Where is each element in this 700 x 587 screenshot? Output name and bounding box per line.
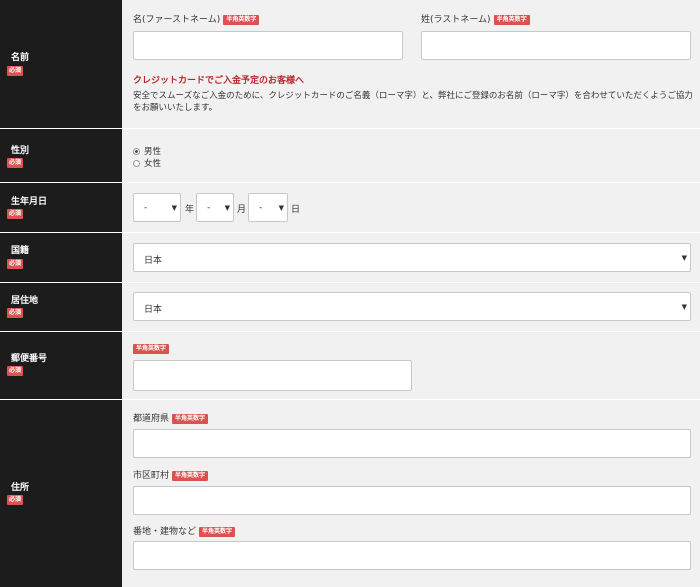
street-input[interactable] <box>133 541 691 570</box>
address-content: 都道府県 半角英数字 市区町村 半角英数字 番地・建物など 半角英数字 <box>122 400 700 587</box>
name-label: 名前 <box>11 53 30 63</box>
city-label: 市区町村 半角英数字 <box>133 468 209 481</box>
postal-code-input[interactable] <box>133 360 412 391</box>
prefecture-label: 都道府県 半角英数字 <box>133 411 209 424</box>
name-required-badge: 必須 <box>7 66 24 76</box>
street-alnum-badge: 半角英数字 <box>199 527 236 537</box>
postal-label-cell: 郵便番号 必須 <box>0 332 122 399</box>
birthdate-label: 生年月日 <box>11 197 48 207</box>
gender-label: 性別 <box>11 146 30 156</box>
gender-row: 性別 必須 男性 女性 <box>0 129 700 183</box>
gender-content: 男性 女性 <box>122 129 700 182</box>
last-name-input[interactable] <box>421 31 691 60</box>
postal-required-badge: 必須 <box>7 366 24 376</box>
nationality-row: 国籍 必須 日本 ▼ <box>0 233 700 283</box>
postal-alnum-badge: 半角英数字 <box>133 344 170 354</box>
credit-card-notice-title: クレジットカードでご入金予定のお客様へ <box>133 76 305 86</box>
birthdate-required-badge: 必須 <box>7 209 24 219</box>
day-unit: 日 <box>291 205 301 215</box>
prefecture-alnum-badge: 半角英数字 <box>172 414 209 424</box>
first-name-input[interactable] <box>133 31 403 60</box>
residence-content: 日本 ▼ <box>122 283 700 331</box>
first-name-alnum-badge: 半角英数字 <box>223 15 260 25</box>
last-name-label: 姓(ラストネーム) 半角英数字 <box>421 12 530 25</box>
nationality-content: 日本 ▼ <box>122 233 700 282</box>
postal-row: 郵便番号 必須 半角英数字 <box>0 332 700 400</box>
residence-required-badge: 必須 <box>7 308 24 318</box>
postal-content: 半角英数字 <box>122 332 700 399</box>
chevron-down-icon: ▼ <box>171 204 177 212</box>
gender-required-badge: 必須 <box>7 158 24 168</box>
chevron-down-icon: ▼ <box>224 204 230 212</box>
city-alnum-badge: 半角英数字 <box>172 471 209 481</box>
gender-option-male[interactable]: 男性 <box>133 145 161 157</box>
prefecture-input[interactable] <box>133 429 691 458</box>
chevron-down-icon: ▼ <box>278 204 284 212</box>
radio-unselected-icon[interactable] <box>133 160 140 167</box>
birth-month-select[interactable]: - ▼ <box>196 193 234 222</box>
month-unit: 月 <box>237 205 247 215</box>
first-name-label: 名(ファーストネーム) 半角英数字 <box>133 12 260 25</box>
address-required-badge: 必須 <box>7 495 24 505</box>
residence-select[interactable]: 日本 ▼ <box>133 292 691 321</box>
credit-card-notice-body: 安全でスムーズなご入金のために、クレジットカードのご名義（ローマ字）と、弊社にご… <box>133 91 693 113</box>
nationality-label-cell: 国籍 必須 <box>0 233 122 282</box>
chevron-down-icon: ▼ <box>681 254 687 262</box>
street-label: 番地・建物など 半角英数字 <box>133 524 236 537</box>
chevron-down-icon: ▼ <box>681 303 687 311</box>
birthdate-row: 生年月日 必須 - ▼ 年 - ▼ 月 - ▼ 日 <box>0 183 700 233</box>
year-unit: 年 <box>185 205 195 215</box>
residence-label: 居住地 <box>11 296 39 306</box>
postal-label: 郵便番号 <box>11 354 48 364</box>
last-name-alnum-badge: 半角英数字 <box>493 15 530 25</box>
residence-label-cell: 居住地 必須 <box>0 283 122 331</box>
birth-year-select[interactable]: - ▼ <box>133 193 181 222</box>
nationality-label: 国籍 <box>11 246 30 256</box>
birthdate-label-cell: 生年月日 必須 <box>0 183 122 232</box>
name-row: 名前 必須 名(ファーストネーム) 半角英数字 姓(ラストネーム) 半角英数字 クレ… <box>0 0 700 129</box>
address-label: 住所 <box>11 483 30 493</box>
nationality-required-badge: 必須 <box>7 259 24 269</box>
name-label-cell: 名前 必須 <box>0 0 122 128</box>
gender-option-female[interactable]: 女性 <box>133 157 161 169</box>
birth-day-select[interactable]: - ▼ <box>248 193 288 222</box>
city-input[interactable] <box>133 486 691 515</box>
name-content: 名(ファーストネーム) 半角英数字 姓(ラストネーム) 半角英数字 クレジットカード… <box>122 0 700 128</box>
radio-selected-icon[interactable] <box>133 148 140 155</box>
address-label-cell: 住所 必須 <box>0 400 122 587</box>
gender-label-cell: 性別 必須 <box>0 129 122 182</box>
residence-row: 居住地 必須 日本 ▼ <box>0 283 700 332</box>
address-row: 住所 必須 都道府県 半角英数字 市区町村 半角英数字 番地・建物など 半角英数字 <box>0 400 700 587</box>
birthdate-content: - ▼ 年 - ▼ 月 - ▼ 日 <box>122 183 700 232</box>
nationality-select[interactable]: 日本 ▼ <box>133 243 691 272</box>
